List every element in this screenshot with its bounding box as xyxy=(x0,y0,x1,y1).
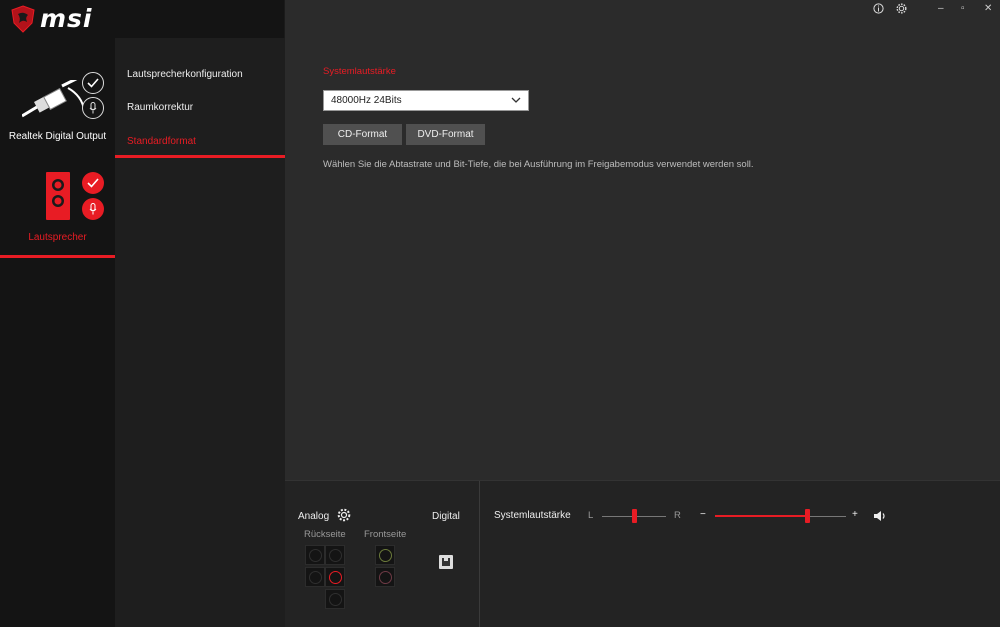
microphone-icon[interactable] xyxy=(82,97,104,119)
minimize-button[interactable]: – xyxy=(938,3,944,14)
cd-format-button[interactable]: CD-Format xyxy=(323,124,402,145)
volume-down-button[interactable]: − xyxy=(700,509,706,520)
volume-up-button[interactable]: + xyxy=(852,509,858,520)
speaker-volume-icon[interactable] xyxy=(873,510,887,522)
frontseite-label: Frontseite xyxy=(364,529,407,540)
bottom-divider xyxy=(479,481,480,627)
front-jack-headphone[interactable] xyxy=(375,545,395,565)
rear-jack[interactable] xyxy=(325,589,345,609)
volume-slider-thumb[interactable] xyxy=(804,509,810,523)
info-icon[interactable] xyxy=(873,3,884,14)
default-check-icon[interactable] xyxy=(82,72,104,94)
maximize-button[interactable]: ▫ xyxy=(961,3,965,14)
active-menu-indicator xyxy=(115,155,285,158)
volume-slider-fill xyxy=(715,515,807,517)
device-name: Lautsprecher xyxy=(28,232,87,243)
balance-left-label: L xyxy=(588,510,594,521)
bottom-bar: Analog Rückseite Frontseite Digital Syst… xyxy=(285,480,1000,627)
section-title: Systemlautstärke xyxy=(323,66,396,77)
balance-right-label: R xyxy=(674,510,681,521)
format-description: Wählen Sie die Abtastrate und Bit-Tiefe,… xyxy=(323,159,754,170)
format-dropdown[interactable]: 48000Hz 24Bits xyxy=(323,90,529,111)
analog-label: Analog xyxy=(298,511,330,522)
gear-icon[interactable] xyxy=(896,3,907,14)
volume-label: Systemlautstärke xyxy=(494,510,571,521)
close-button[interactable]: ✕ xyxy=(984,3,992,14)
chevron-down-icon xyxy=(511,97,521,103)
rear-jack[interactable] xyxy=(305,567,325,587)
dvd-format-button[interactable]: DVD-Format xyxy=(406,124,485,145)
active-device-indicator xyxy=(0,255,115,258)
balance-slider-thumb[interactable] xyxy=(632,509,637,523)
menu-item-standardformat[interactable]: Standardformat xyxy=(127,136,196,147)
digital-label: Digital xyxy=(432,511,460,522)
rear-jack-active[interactable] xyxy=(325,567,345,587)
menu-item-lautsprecherkonfiguration[interactable]: Lautsprecherkonfiguration xyxy=(127,69,243,80)
speaker-icon xyxy=(46,172,70,220)
microphone-icon[interactable] xyxy=(82,198,104,220)
rueckseite-label: Rückseite xyxy=(304,529,346,540)
gear-icon[interactable] xyxy=(337,508,351,522)
settings-menu: Lautsprecherkonfiguration Raumkorrektur … xyxy=(115,38,285,627)
menu-item-raumkorrektur[interactable]: Raumkorrektur xyxy=(127,102,193,113)
rear-jack[interactable] xyxy=(325,545,345,565)
front-jack-microphone[interactable] xyxy=(375,567,395,587)
main-content: Systemlautstärke 48000Hz 24Bits CD-Forma… xyxy=(285,0,1000,480)
format-value: 48000Hz 24Bits xyxy=(331,95,402,106)
digital-output-icon[interactable] xyxy=(438,554,454,570)
digital-plug-icon xyxy=(22,80,85,118)
device-name: Realtek Digital Output xyxy=(8,131,107,142)
app-logo: msi xyxy=(0,0,284,38)
device-lautsprecher[interactable]: Lautsprecher xyxy=(0,163,115,257)
default-check-icon[interactable] xyxy=(82,172,104,194)
msi-dragon-icon xyxy=(11,5,35,33)
brand-name: msi xyxy=(40,4,93,33)
device-realtek-digital-output[interactable]: Realtek Digital Output xyxy=(0,68,115,158)
rear-jack[interactable] xyxy=(305,545,325,565)
